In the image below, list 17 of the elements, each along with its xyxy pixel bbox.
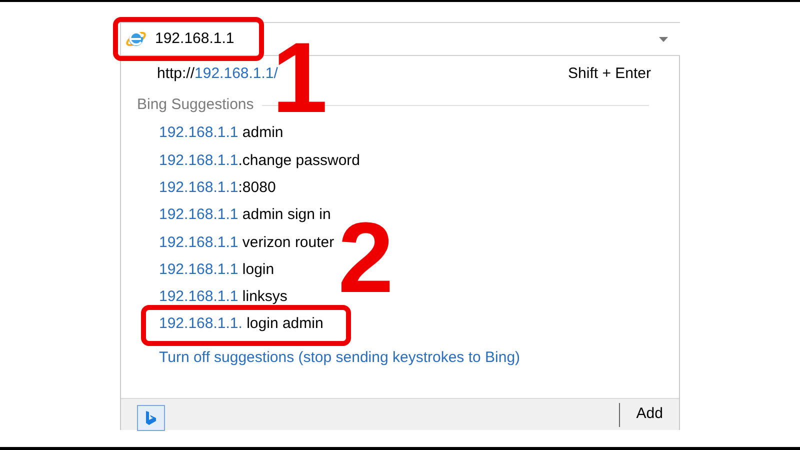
dropdown-caret-icon[interactable] [659, 36, 668, 42]
suggestion-item[interactable]: 192.168.1.1.change password [159, 150, 360, 172]
suggestion-item[interactable]: 192.168.1.1 linksys [159, 286, 288, 309]
suggestion-item[interactable]: 192.168.1.1 verizon router [159, 232, 334, 254]
address-text: 192.168.1.1 [155, 28, 234, 49]
suggestion-item[interactable]: 192.168.1.1. login admin [159, 313, 324, 336]
suggestion-item[interactable]: 192.168.1.1 admin [159, 122, 284, 145]
search-provider-icon[interactable] [137, 404, 165, 430]
suggestion-item[interactable]: 192.168.1.1 login [159, 258, 274, 282]
add-button[interactable]: Add [636, 403, 663, 426]
step-number: 2 [338, 208, 394, 308]
turn-off-suggestions-link[interactable]: Turn off suggestions (stop sending keystrokes to Bing) [159, 349, 520, 366]
suggestion-item[interactable]: 192.168.1.1:8080 [159, 176, 276, 200]
go-to-address-link[interactable]: http://192.168.1.1/ [157, 62, 278, 86]
shortcut-hint: Shift + Enter [568, 64, 651, 84]
section-title: Bing Suggestions [137, 94, 254, 115]
suggestion-item[interactable]: 192.168.1.1 admin sign in [159, 204, 331, 227]
